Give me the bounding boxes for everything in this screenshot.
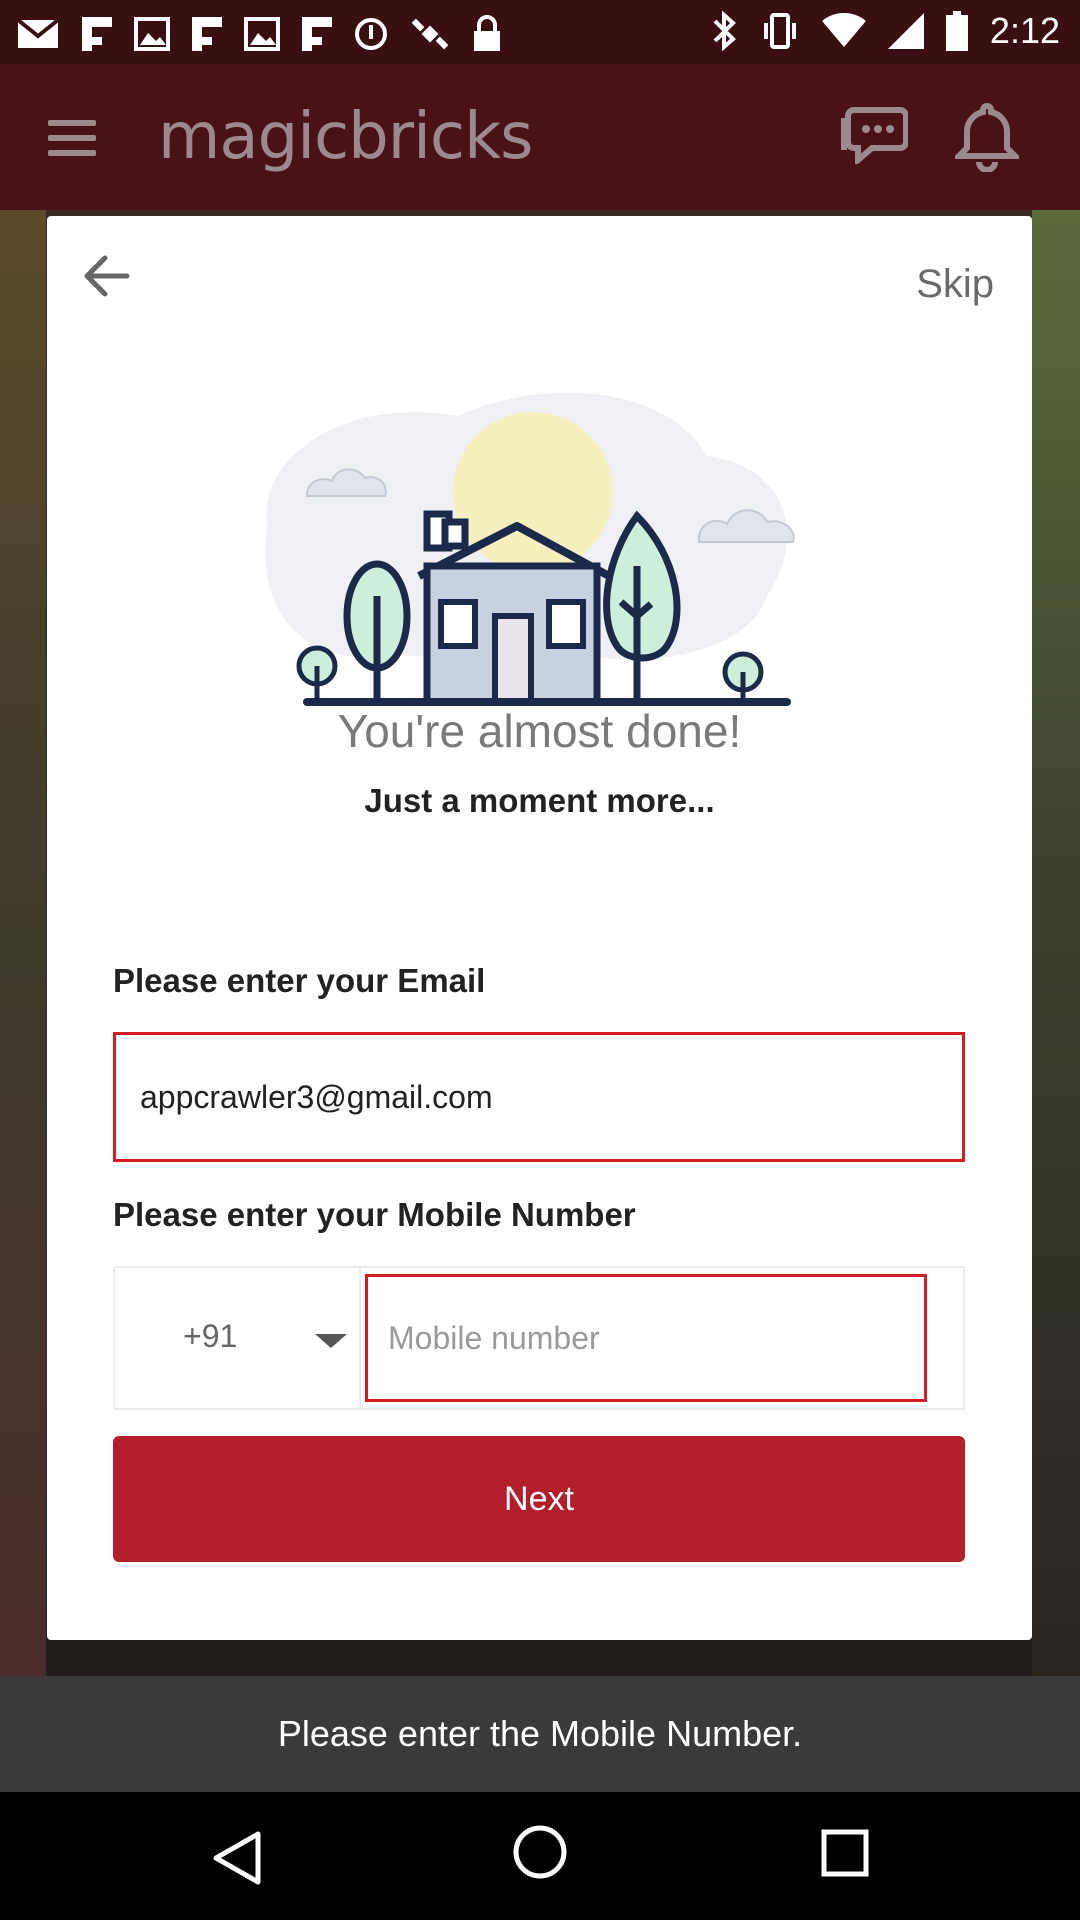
subheadline: Just a moment more... [364,782,715,819]
flipboard-icon [192,17,222,51]
wifi-icon [821,13,866,47]
email-label: Please enter your Email [113,962,486,999]
bluetooth-icon [713,11,736,51]
app-bar: magicbricks [0,64,1080,210]
skip-button[interactable]: Skip [916,262,994,307]
mobile-label: Please enter your Mobile Number [113,1196,636,1233]
image-icon [134,17,170,51]
flipboard-icon [82,17,112,51]
battery-icon [945,11,968,51]
circle-icon [355,18,387,50]
mobile-number-field[interactable] [365,1274,927,1402]
image-icon [244,17,280,51]
nav-back-icon[interactable] [210,1828,264,1888]
next-button[interactable]: Next [113,1436,965,1562]
email-field[interactable] [113,1032,965,1162]
nav-recents-icon[interactable] [820,1828,870,1878]
back-arrow-icon[interactable] [77,246,137,306]
house-illustration [265,392,795,706]
vibrate-icon [763,13,796,49]
country-code-value: +91 [183,1318,238,1354]
flipboard-icon [302,17,332,51]
phone-row: +91 [113,1266,965,1410]
system-icons: 2:12 [712,10,1060,52]
status-bar: 2:12 [0,0,1080,64]
chevron-down-icon [315,1334,347,1348]
status-time: 2:12 [989,10,1060,51]
lock-icon [474,15,500,51]
notification-icons [16,14,502,54]
nav-home-icon[interactable] [512,1824,568,1880]
satellite-icon [411,18,449,50]
signal-icon [887,13,924,49]
menu-icon[interactable] [48,120,96,156]
navigation-bar [0,1792,1080,1920]
chat-icon[interactable] [840,104,908,164]
bell-icon[interactable] [955,100,1019,172]
brand-title: magicbricks [158,100,533,174]
mail-icon [16,18,60,48]
headline: You're almost done! [337,705,742,757]
toast-message: Please enter the Mobile Number. [0,1676,1080,1792]
country-code-selector[interactable]: +91 [115,1268,361,1408]
signup-dialog: Skip You're almost done! Just a moment m… [47,216,1032,1640]
